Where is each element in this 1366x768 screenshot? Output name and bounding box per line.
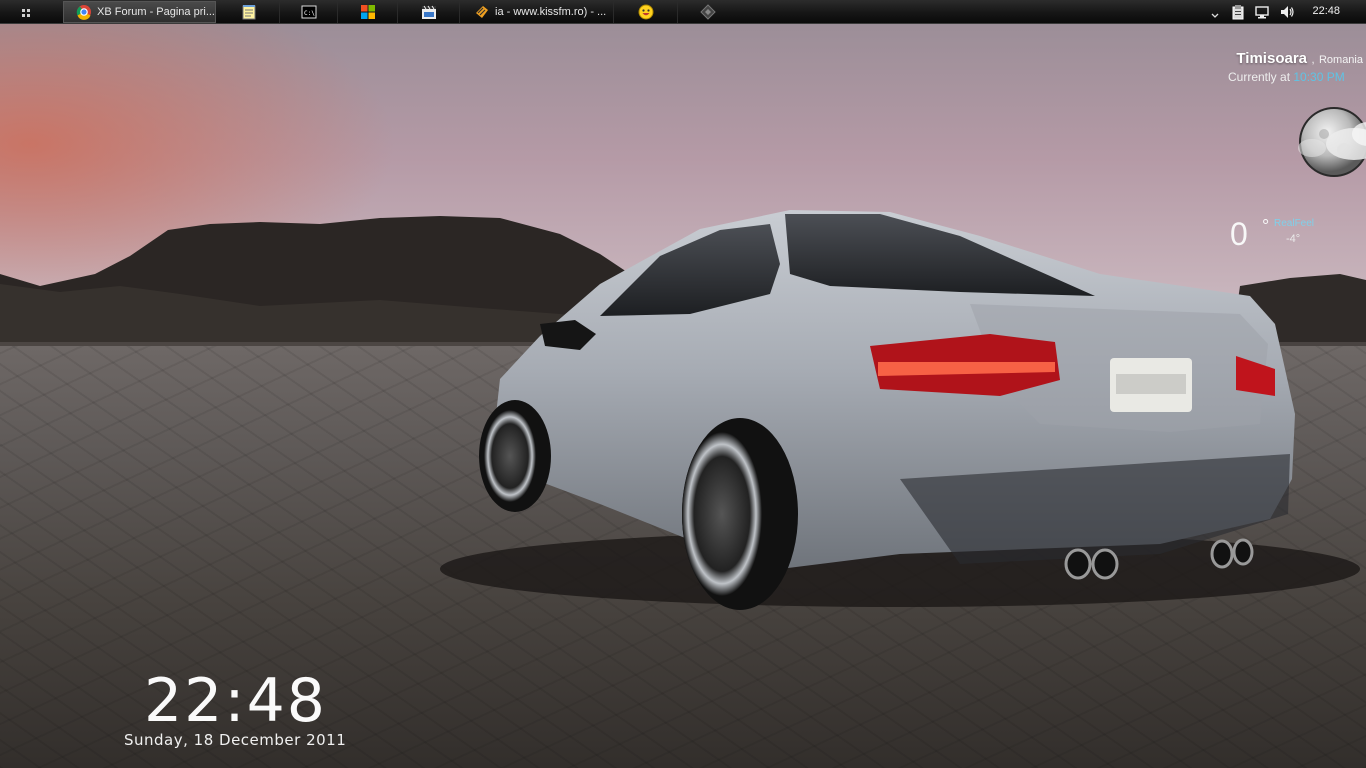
network-icon[interactable]: [1254, 4, 1270, 20]
taskbar-item-chrome[interactable]: XB Forum - Pagina pri...: [63, 1, 216, 23]
taskbar-item-windows[interactable]: [338, 1, 398, 23]
app-icon: [700, 4, 716, 20]
weather-temperature: 0: [1230, 216, 1248, 252]
taskbar-item-label: ia - www.kissfm.ro) - ...: [495, 6, 607, 18]
desktop-wallpaper: [0, 24, 1366, 768]
notepad-icon: [241, 4, 257, 20]
weather-currently-time: 10:30 PM: [1293, 70, 1345, 84]
weather-realfeel-value: -4°: [1286, 233, 1301, 245]
weather-city: Timisoara: [1236, 50, 1307, 67]
desktop-clock-date: Sunday, 18 December 2011: [124, 731, 347, 749]
cloudy-moon-icon: [1294, 104, 1366, 184]
taskbar-item-yahoo-messenger[interactable]: [614, 1, 678, 23]
weather-country: Romania: [1318, 54, 1363, 66]
weather-location: Timisoara , Romania: [1236, 50, 1363, 68]
weather-degree-symbol: °: [1262, 216, 1270, 236]
winamp-icon: [474, 4, 490, 20]
weather-currently-label: Currently at: [1228, 70, 1291, 84]
command-prompt-icon: C:\: [301, 4, 317, 20]
chevron-up-icon[interactable]: [1210, 7, 1220, 18]
taskbar-item-winamp[interactable]: ia - www.kissfm.ro) - ...: [462, 1, 614, 23]
taskbar-item-notepad[interactable]: [218, 1, 280, 23]
taskbar-item-app[interactable]: [678, 1, 738, 23]
taskbar: XB Forum - Pagina pri... C:\ ia - www.ki…: [0, 0, 1366, 24]
desktop-clock-time: 22:48: [144, 666, 327, 736]
tray-clock[interactable]: 22:48: [1312, 5, 1340, 17]
yahoo-messenger-icon: [638, 4, 654, 20]
taskbar-item-command-prompt[interactable]: C:\: [280, 1, 338, 23]
svg-text:C:\: C:\: [304, 10, 315, 17]
chrome-icon: [76, 4, 92, 20]
video-editor-icon: [421, 4, 437, 20]
taskbar-item-label: XB Forum - Pagina pri...: [97, 6, 215, 18]
wallpaper-car: [440, 210, 1360, 610]
start-button[interactable]: [14, 4, 40, 20]
weather-current: Currently at 10:30 PM: [1228, 70, 1345, 84]
windows-logo-icon: [360, 4, 376, 20]
weather-realfeel-label: RealFeel: [1274, 218, 1315, 229]
taskbar-item-video-editor[interactable]: [398, 1, 460, 23]
volume-icon[interactable]: [1279, 4, 1295, 20]
weather-separator: ,: [1311, 54, 1315, 66]
clipboard-icon[interactable]: [1230, 4, 1246, 20]
